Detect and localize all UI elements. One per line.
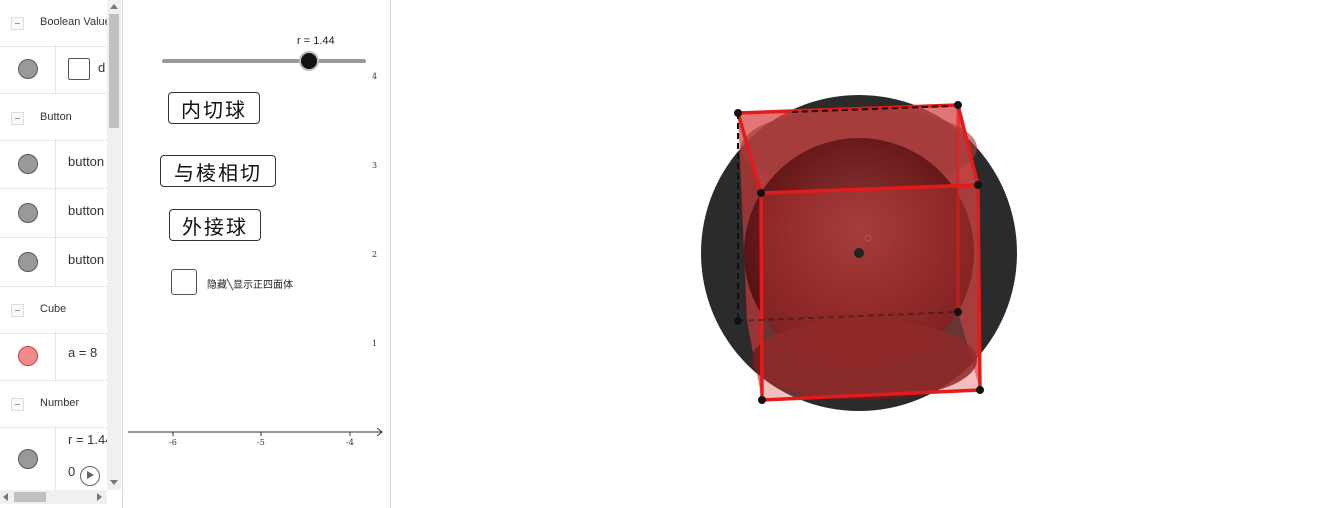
- cube-definition: a = 8: [68, 345, 98, 360]
- collapse-toggle-icon[interactable]: [11, 112, 24, 125]
- boolean-checkbox[interactable]: [68, 58, 90, 80]
- play-icon[interactable]: [80, 466, 100, 486]
- edge-tangent-sphere-button[interactable]: 与棱相切: [160, 155, 276, 187]
- vertex-point[interactable]: [734, 109, 742, 117]
- marble-cell: [0, 426, 56, 490]
- vertex-point[interactable]: [954, 101, 962, 109]
- y-tick-label: 4: [372, 72, 378, 81]
- x-tick-label: -4: [346, 438, 354, 447]
- group-header-button[interactable]: Button: [0, 94, 107, 141]
- slider-value-label: r = 1.44: [297, 35, 335, 47]
- graphics-3d-view[interactable]: [392, 0, 1329, 508]
- visibility-marble[interactable]: [18, 345, 38, 366]
- scrollbar-thumb[interactable]: [14, 492, 46, 502]
- scrollbar-thumb[interactable]: [109, 14, 119, 128]
- y-tick-label: 1: [372, 339, 378, 348]
- group-header-boolean[interactable]: Boolean Value: [0, 0, 107, 47]
- button-name: button: [68, 154, 105, 169]
- algebra-list: Boolean Value d Button button button but…: [0, 0, 107, 490]
- group-header-number[interactable]: Number: [0, 381, 107, 428]
- y-tick-label: 2: [372, 250, 378, 259]
- scroll-left-arrow-icon[interactable]: [3, 493, 8, 501]
- slider-handle[interactable]: [300, 53, 317, 69]
- scroll-down-arrow-icon[interactable]: [110, 480, 118, 485]
- panel-splitter[interactable]: [390, 0, 391, 508]
- x-tick-label: -6: [169, 438, 177, 447]
- collapse-toggle-icon[interactable]: [11, 398, 24, 411]
- center-point[interactable]: [854, 248, 864, 258]
- scroll-up-arrow-icon[interactable]: [110, 4, 118, 9]
- vertex-point[interactable]: [734, 317, 742, 325]
- inscribed-sphere-button[interactable]: 内切球: [168, 92, 260, 124]
- algebra-row-button-2[interactable]: button: [0, 188, 107, 238]
- toggle-tetrahedron-label: 隐藏╲显示正四面体: [207, 280, 294, 291]
- visibility-marble[interactable]: [18, 58, 38, 79]
- marble-cell: [0, 139, 56, 188]
- circumscribed-sphere-button[interactable]: 外接球: [169, 209, 261, 241]
- algebra-view: Boolean Value d Button button button but…: [0, 0, 123, 508]
- cube-front-face[interactable]: [761, 185, 980, 400]
- visibility-marble[interactable]: [18, 202, 38, 223]
- algebra-row-button-3[interactable]: button: [0, 237, 107, 287]
- marble-cell: [0, 331, 56, 380]
- vertex-point[interactable]: [974, 181, 982, 189]
- vertex-point[interactable]: [954, 308, 962, 316]
- number-definition: r = 1.44: [68, 432, 107, 447]
- graphics-view[interactable]: r = 1.44 内切球 与棱相切 外接球 隐藏╲显示正四面体 -6 -5 -4…: [128, 0, 385, 508]
- slider-min-label: 0: [68, 464, 76, 479]
- algebra-row-cube-a[interactable]: a = 8: [0, 331, 107, 381]
- vertex-point[interactable]: [758, 396, 766, 404]
- vertex-point[interactable]: [976, 386, 984, 394]
- vertex-point[interactable]: [757, 189, 765, 197]
- graphics-axes: [128, 427, 383, 437]
- marble-cell: [0, 188, 56, 237]
- toggle-tetrahedron-checkbox[interactable]: [171, 269, 197, 295]
- algebra-row-boolean-d[interactable]: d: [0, 44, 107, 94]
- algebra-row-button-1[interactable]: button: [0, 139, 107, 189]
- marble-cell: [0, 44, 56, 93]
- group-label: Cube: [40, 303, 67, 315]
- y-tick-label: 3: [372, 161, 378, 170]
- vertical-scrollbar[interactable]: [107, 0, 121, 490]
- button-name: button: [68, 252, 105, 267]
- horizontal-scrollbar[interactable]: [0, 490, 107, 504]
- collapse-toggle-icon[interactable]: [11, 304, 24, 317]
- visibility-marble[interactable]: [18, 449, 38, 469]
- slider-track[interactable]: [162, 59, 366, 63]
- cube-edge: [759, 192, 764, 401]
- marble-cell: [0, 237, 56, 286]
- button-name: button: [68, 203, 105, 218]
- cube-edge: [976, 184, 982, 391]
- group-label: Boolean Value: [40, 16, 107, 28]
- boolean-label: d: [98, 60, 106, 75]
- 3d-scene[interactable]: [392, 0, 1329, 508]
- scroll-right-arrow-icon[interactable]: [97, 493, 102, 501]
- collapse-toggle-icon[interactable]: [11, 17, 24, 30]
- visibility-marble[interactable]: [18, 251, 38, 272]
- group-header-cube[interactable]: Cube: [0, 287, 107, 334]
- visibility-marble[interactable]: [18, 153, 38, 174]
- x-tick-label: -5: [257, 438, 265, 447]
- group-label: Number: [40, 397, 80, 409]
- group-label: Button: [40, 111, 72, 123]
